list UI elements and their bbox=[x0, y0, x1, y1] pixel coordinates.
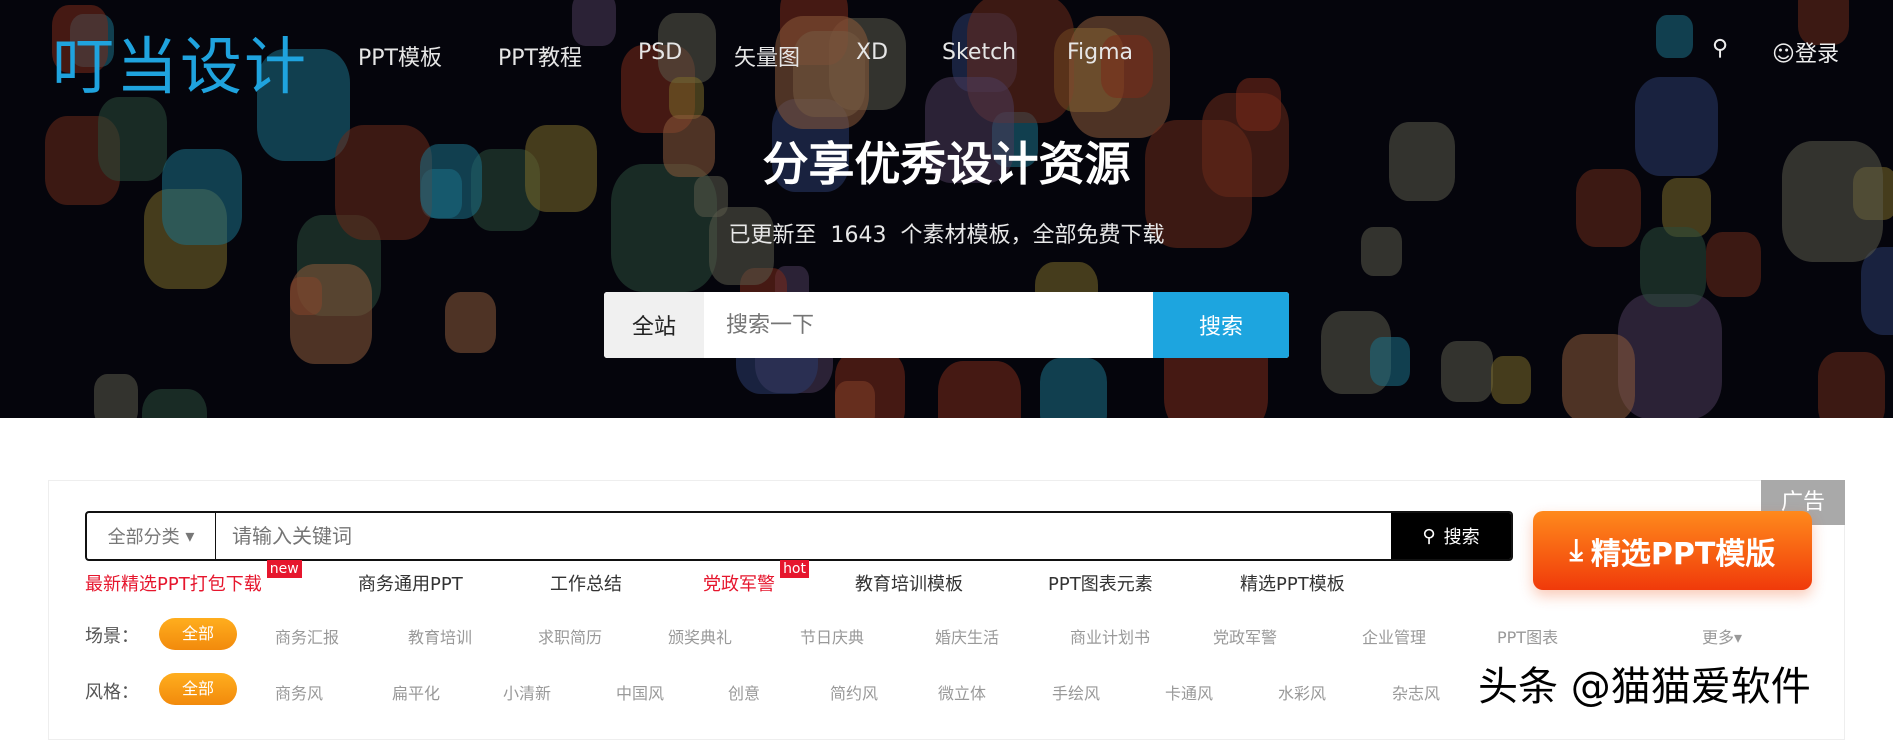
download-icon: ⤓ bbox=[1569, 533, 1583, 568]
scene-option[interactable]: 颁奖典礼 bbox=[668, 624, 732, 648]
scene-option[interactable]: 教育培训 bbox=[408, 624, 472, 648]
hot-badge: hot bbox=[780, 560, 809, 578]
gem-shape bbox=[1561, 334, 1635, 418]
hot-link[interactable]: PPT图表元素 bbox=[1048, 570, 1153, 596]
keyword-search-button[interactable]: ⚲ 搜索 bbox=[1391, 513, 1511, 559]
style-option[interactable]: 中国风 bbox=[616, 680, 664, 704]
style-label: 风格： bbox=[85, 682, 139, 703]
login-label: 登录 bbox=[1794, 42, 1839, 67]
new-badge: new bbox=[266, 560, 302, 578]
user-icon: ☺ bbox=[1772, 42, 1795, 67]
scene-option[interactable]: 商务汇报 bbox=[275, 624, 339, 648]
gem-shape bbox=[289, 264, 373, 364]
gem-shape bbox=[1441, 340, 1493, 403]
hero-banner: 叮当设计 PPT模板 PPT教程 PSD 矢量图 XD Sketch Figma… bbox=[0, 0, 1893, 418]
hot-link-label: 党政军警 bbox=[703, 574, 775, 595]
gem-shape bbox=[937, 360, 1021, 418]
style-option[interactable]: 手绘风 bbox=[1052, 680, 1100, 704]
style-option[interactable]: 水彩风 bbox=[1278, 680, 1326, 704]
hero-title: 分享优秀设计资源 bbox=[762, 137, 1131, 191]
gem-shape bbox=[94, 374, 139, 418]
scene-option[interactable]: PPT图表 bbox=[1497, 624, 1558, 648]
gem-shape bbox=[1656, 14, 1693, 59]
style-option[interactable]: 扁平化 bbox=[392, 680, 440, 704]
hot-link[interactable]: 工作总结 bbox=[550, 570, 622, 596]
hot-link-label: 最新精选PPT打包下载 bbox=[85, 574, 262, 595]
promo-button[interactable]: ⤓ 精选PPT模版 bbox=[1533, 511, 1812, 590]
hero-subtitle: 已更新至 1643 个素材模板，全部免费下载 bbox=[728, 223, 1165, 248]
hot-link[interactable]: 商务通用PPT bbox=[358, 570, 463, 596]
nav-vector[interactable]: 矢量图 bbox=[734, 40, 800, 72]
style-option[interactable]: 杂志风 bbox=[1392, 680, 1440, 704]
nav-sketch[interactable]: Sketch bbox=[942, 40, 1016, 65]
keyword-input[interactable] bbox=[216, 513, 1391, 559]
hot-link[interactable]: 党政军警 hot bbox=[703, 560, 809, 596]
gem-shape bbox=[834, 350, 905, 418]
hero-search-input[interactable] bbox=[704, 292, 1153, 358]
nav-ppt-templates[interactable]: PPT模板 bbox=[358, 40, 442, 72]
scene-option[interactable]: 商业计划书 bbox=[1070, 624, 1150, 648]
watermark: 头条 @猫猫爱软件 bbox=[1478, 664, 1811, 710]
style-option[interactable]: 小清新 bbox=[503, 680, 551, 704]
gem-shape bbox=[1369, 337, 1410, 386]
search-icon[interactable]: ⚲ bbox=[1712, 36, 1728, 61]
hero-search: 全站 搜索 bbox=[604, 292, 1289, 358]
gem-shape bbox=[1040, 358, 1107, 418]
gem-shape bbox=[1818, 352, 1885, 418]
gem-shape bbox=[141, 388, 208, 418]
style-option[interactable]: 简约风 bbox=[830, 680, 878, 704]
hot-link[interactable]: 最新精选PPT打包下载 new bbox=[85, 560, 302, 596]
scene-label: 场景： bbox=[85, 626, 139, 647]
nav-xd[interactable]: XD bbox=[856, 40, 888, 65]
scene-all[interactable]: 全部 bbox=[159, 618, 237, 650]
keyword-search: 全部分类 ▾ ⚲ 搜索 bbox=[85, 511, 1513, 561]
site-logo[interactable]: 叮当设计 bbox=[52, 16, 308, 106]
category-label: 全部分类 bbox=[107, 527, 180, 548]
scene-option[interactable]: 求职简历 bbox=[538, 624, 602, 648]
promo-label: 精选PPT模版 bbox=[1590, 536, 1776, 572]
scene-option[interactable]: 婚庆生活 bbox=[935, 624, 999, 648]
category-select[interactable]: 全部分类 ▾ bbox=[87, 513, 216, 559]
gem-shape bbox=[1491, 356, 1532, 405]
hot-link[interactable]: 教育培训模板 bbox=[855, 570, 963, 596]
style-all[interactable]: 全部 bbox=[159, 673, 237, 705]
style-option[interactable]: 卡通风 bbox=[1165, 680, 1213, 704]
search-label: 搜索 bbox=[1443, 527, 1480, 548]
style-option[interactable]: 商务风 bbox=[275, 680, 323, 704]
style-option[interactable]: 微立体 bbox=[938, 680, 986, 704]
gem-shape bbox=[668, 76, 704, 119]
gem-shape bbox=[444, 292, 497, 354]
nav-psd[interactable]: PSD bbox=[638, 40, 682, 65]
hero-search-button[interactable]: 搜索 bbox=[1153, 292, 1289, 358]
scene-option[interactable]: 企业管理 bbox=[1362, 624, 1426, 648]
caret-down-icon: ▾ bbox=[185, 525, 195, 547]
hot-link[interactable]: 精选PPT模板 bbox=[1240, 570, 1345, 596]
scene-option[interactable]: 党政军警 bbox=[1213, 624, 1277, 648]
scene-more[interactable]: 更多▾ bbox=[1702, 624, 1742, 648]
gem-shape bbox=[774, 16, 869, 130]
search-scope[interactable]: 全站 bbox=[604, 292, 704, 358]
nav-ppt-tutorials[interactable]: PPT教程 bbox=[498, 40, 582, 72]
search-icon: ⚲ bbox=[1422, 525, 1436, 547]
page-edge bbox=[1893, 0, 1900, 734]
scene-option[interactable]: 节日庆典 bbox=[800, 624, 864, 648]
gem-shape bbox=[1236, 77, 1281, 132]
nav-figma[interactable]: Figma bbox=[1067, 40, 1133, 65]
login-link[interactable]: ☺登录 bbox=[1772, 36, 1839, 68]
style-option[interactable]: 创意 bbox=[728, 680, 760, 704]
gem-shape bbox=[1861, 246, 1893, 336]
